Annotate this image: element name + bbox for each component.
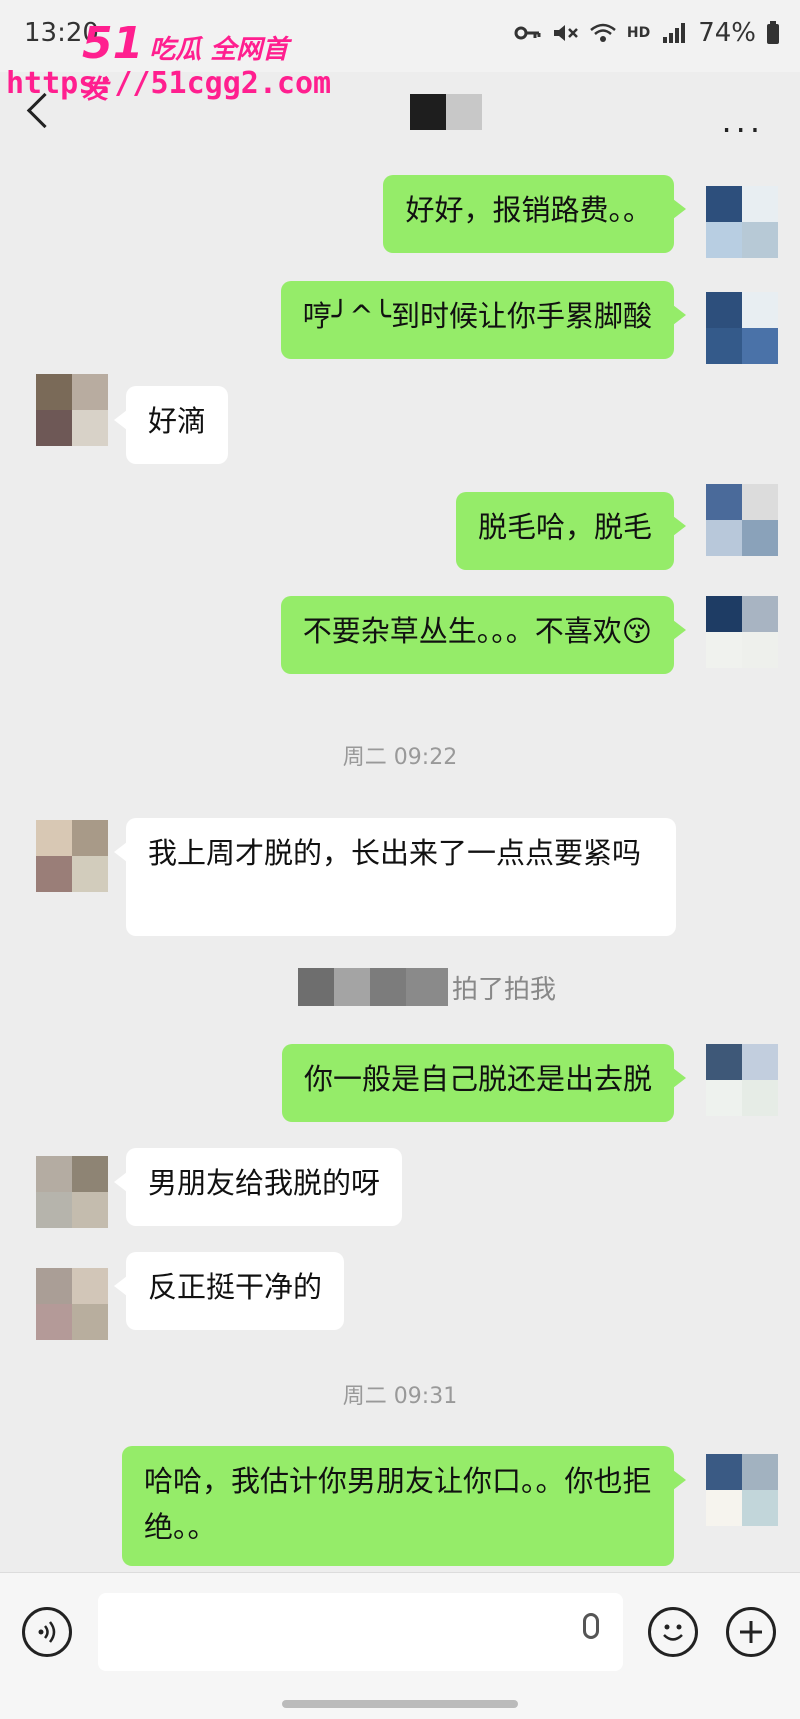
pat-notice: 拍了拍我 [298,968,556,1006]
avatar-self[interactable] [706,1454,778,1526]
pat-sender-redacted [298,968,448,1006]
message-bubble-incoming[interactable]: 我上周才脱的，长出来了一点点要紧吗 [114,818,676,936]
timestamp: 周二 09:22 [342,745,458,770]
message-bubble-outgoing[interactable]: 脱毛哈，脱毛 [455,492,687,570]
message-bubble-outgoing[interactable]: 好好，报销路费。。 [383,175,686,253]
message-bubble-incoming[interactable]: 好滴 [113,386,229,464]
emoji-face-icon [663,1624,683,1641]
voice-waves-icon [38,1621,56,1643]
message-bubble-incoming[interactable]: 反正挺干净的 [113,1252,345,1330]
avatar-contact[interactable] [36,820,108,892]
message-bubble-incoming[interactable]: 男朋友给我脱的呀 [113,1148,403,1226]
avatar-self[interactable] [706,1044,778,1116]
pat-notice-text: 拍了拍我 [452,974,557,1005]
avatar-self[interactable] [706,186,778,258]
battery-percent: 74% [698,18,756,48]
plus-icon[interactable] [726,1607,776,1657]
avatar-self[interactable] [706,292,778,364]
status-icons: HD 74% [513,18,780,48]
chat-title-redacted [410,94,482,130]
message-bubble-outgoing[interactable]: 哼╯^╰到时候让你手累脚酸 [280,281,687,359]
emoji-icon[interactable] [648,1607,698,1657]
plus-sign-icon [740,1621,762,1643]
message-bubble-outgoing[interactable]: 不要杂草丛生。。。不喜欢😚 [280,596,687,674]
message-bubble-outgoing[interactable]: 哈哈，我估计你男朋友让你口。。你也拒绝。。 [122,1446,686,1566]
home-indicator[interactable] [282,1700,518,1708]
message-bubble-outgoing[interactable]: 你一般是自己脱还是出去脱 [281,1044,687,1122]
avatar-contact[interactable] [36,374,108,446]
avatar-self[interactable] [706,596,778,668]
wifi-icon [590,23,616,42]
message-input[interactable] [98,1593,623,1671]
avatar-self[interactable] [706,484,778,556]
watermark-number: 51 [82,18,144,69]
avatar-contact[interactable] [36,1268,108,1340]
watermark-url: https://51cgg2.com [6,66,332,101]
input-bar [0,1572,800,1719]
key-icon [514,26,541,40]
more-dots-icon[interactable]: ... [721,102,764,140]
mute-icon [553,25,578,41]
signal-icon [663,23,686,43]
hd-label: HD [626,25,651,41]
microphone-icon[interactable] [583,1613,599,1639]
voice-input-icon[interactable] [22,1607,72,1657]
battery-icon [767,21,779,44]
avatar-contact[interactable] [36,1156,108,1228]
timestamp: 周二 09:31 [342,1384,458,1409]
